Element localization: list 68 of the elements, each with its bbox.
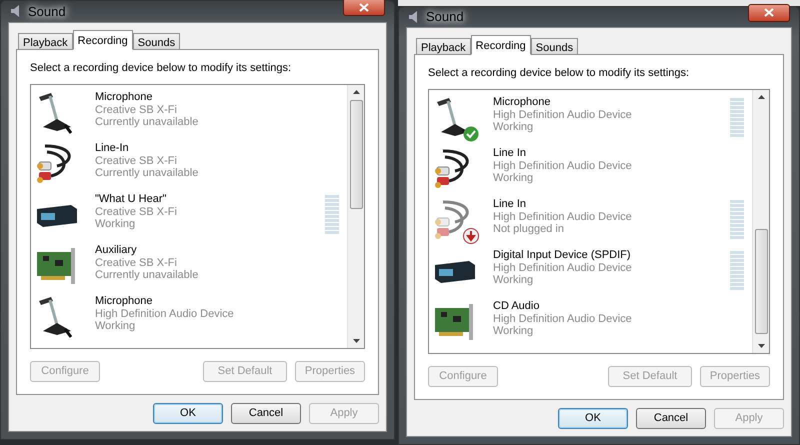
device-row[interactable]: Microphone High Definition Audio Device Working	[31, 295, 347, 346]
device-driver: High Definition Audio Device	[493, 210, 633, 223]
device-name: Digital Input Device (SPDIF)	[493, 249, 632, 262]
device-status: Working	[95, 320, 136, 332]
tab[interactable]: Recording	[72, 30, 133, 50]
tab[interactable]: Sounds	[530, 38, 578, 54]
scroll-up-icon	[352, 90, 360, 94]
device-name: Microphone	[493, 96, 552, 108]
window-title: Sound	[28, 2, 66, 20]
device-row[interactable]: Line In High Definition Audio Device Working	[429, 147, 752, 198]
instruction-text: Select a recording device below to modify its settings:	[30, 60, 292, 76]
device-row[interactable]: Line-In Creative SB X-Fi Currently unavailable	[31, 142, 347, 193]
close-icon	[359, 2, 369, 12]
device-row[interactable]: Microphone High Definition Audio Device Working	[429, 96, 752, 147]
device-name: Line-In	[95, 142, 130, 154]
device-name: Microphone	[95, 295, 154, 308]
tab[interactable]: Recording	[470, 34, 531, 54]
device-name: CD Audio	[493, 300, 540, 312]
close-button[interactable]	[343, 0, 385, 16]
scroll-down-icon	[758, 344, 764, 348]
device-status: Not plugged in	[493, 223, 565, 236]
window-title: Sound	[426, 8, 464, 26]
speaker-icon	[10, 4, 22, 18]
tab[interactable]: Playback	[416, 38, 471, 54]
device-status: Currently unavailable	[95, 269, 200, 282]
scrollbar-thumb[interactable]	[754, 229, 768, 334]
dialog-button[interactable]: Cancel	[231, 403, 301, 424]
device-driver: High Definition Audio Device	[493, 262, 633, 274]
device-status: Working	[493, 121, 534, 134]
device-status: Working	[493, 274, 534, 286]
device-name: Microphone	[95, 91, 154, 104]
device-row[interactable]: Microphone Creative SB X-Fi Currently unavailable	[31, 91, 347, 142]
device-driver: Creative SB X-Fi	[95, 104, 178, 116]
device-driver: Creative SB X-Fi	[95, 206, 178, 218]
dialog-button[interactable]: OK	[558, 408, 628, 429]
close-icon	[764, 8, 774, 18]
device-status: Currently unavailable	[95, 116, 200, 128]
tab[interactable]: Playback	[18, 32, 73, 50]
device-name: Line In	[493, 147, 528, 160]
device-name: Line In	[493, 198, 528, 210]
device-driver: High Definition Audio Device	[493, 160, 633, 172]
device-driver: High Definition Audio Device	[95, 308, 235, 320]
device-name: "What U Hear"	[95, 193, 168, 206]
device-row[interactable]: CD Audio High Definition Audio Device Working	[429, 300, 752, 351]
device-driver: High Definition Audio Device	[493, 312, 633, 325]
dialog-button[interactable]: OK	[153, 403, 223, 424]
device-driver: Creative SB X-Fi	[95, 256, 178, 269]
check-badge-icon	[463, 126, 479, 142]
scroll-up-icon	[758, 95, 764, 99]
close-button[interactable]	[748, 4, 790, 22]
device-status: Currently unavailable	[95, 167, 200, 180]
scroll-down-icon	[352, 339, 360, 343]
device-row[interactable]: "What U Hear" Creative SB X-Fi Working	[31, 193, 347, 244]
down-arrow-badge-icon	[463, 228, 479, 244]
scrollbar-thumb[interactable]	[350, 100, 362, 209]
device-status: Working	[493, 325, 534, 338]
device-status: Working	[95, 218, 136, 230]
device-name: Auxiliary	[95, 244, 138, 256]
instruction-text: Select a recording device below to modify its settings:	[428, 66, 690, 80]
device-status: Working	[493, 172, 534, 184]
tab[interactable]: Sounds	[132, 32, 180, 50]
device-row[interactable]: Digital Input Device (SPDIF) High Definition Audio Device Working	[429, 249, 752, 300]
speaker-icon	[408, 10, 420, 24]
dialog-button[interactable]: Cancel	[636, 408, 706, 429]
device-row[interactable]: Auxiliary Creative SB X-Fi Currently unavailable	[31, 244, 347, 295]
device-driver: High Definition Audio Device	[493, 108, 633, 121]
device-row[interactable]: Line In High Definition Audio Device Not plugged in	[429, 198, 752, 249]
device-driver: Creative SB X-Fi	[95, 154, 178, 167]
